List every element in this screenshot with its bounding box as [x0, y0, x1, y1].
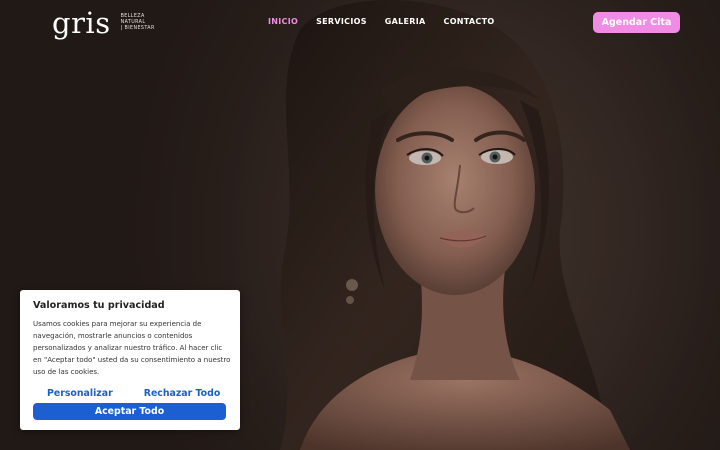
book-appointment-button[interactable]: Agendar Cita — [593, 12, 680, 33]
nav-item-servicios[interactable]: SERVICIOS — [316, 17, 367, 26]
cookie-title: Valoramos tu privacidad — [33, 300, 165, 311]
logo-tagline-line: NATURAL — [120, 20, 146, 25]
site-header: gris BELLEZA NATURAL | BIENESTAR INICIO … — [0, 0, 720, 46]
logo-tagline: BELLEZA NATURAL | BIENESTAR — [121, 14, 161, 32]
logo-tagline-line: BELLEZA — [120, 14, 145, 19]
nav-item-galeria[interactable]: GALERIA — [385, 17, 426, 26]
customize-cookies-button[interactable]: Personalizar — [47, 388, 113, 399]
main-nav: INICIO SERVICIOS GALERIA CONTACTO — [268, 17, 494, 26]
nav-item-contacto[interactable]: CONTACTO — [444, 17, 495, 26]
logo-tagline-line: | BIENESTAR — [120, 26, 155, 31]
cookie-consent-banner: Valoramos tu privacidad Usamos cookies p… — [20, 290, 240, 430]
accept-all-button[interactable]: Aceptar Todo — [33, 403, 226, 420]
cookie-description: Usamos cookies para mejorar su experienc… — [33, 320, 231, 376]
reject-all-button[interactable]: Rechazar Todo — [144, 388, 221, 399]
logo[interactable]: gris BELLEZA NATURAL | BIENESTAR — [52, 8, 161, 38]
nav-item-inicio[interactable]: INICIO — [268, 17, 298, 26]
logo-wordmark: gris — [52, 6, 111, 40]
cookie-secondary-actions: Personalizar Rechazar Todo — [33, 388, 227, 399]
